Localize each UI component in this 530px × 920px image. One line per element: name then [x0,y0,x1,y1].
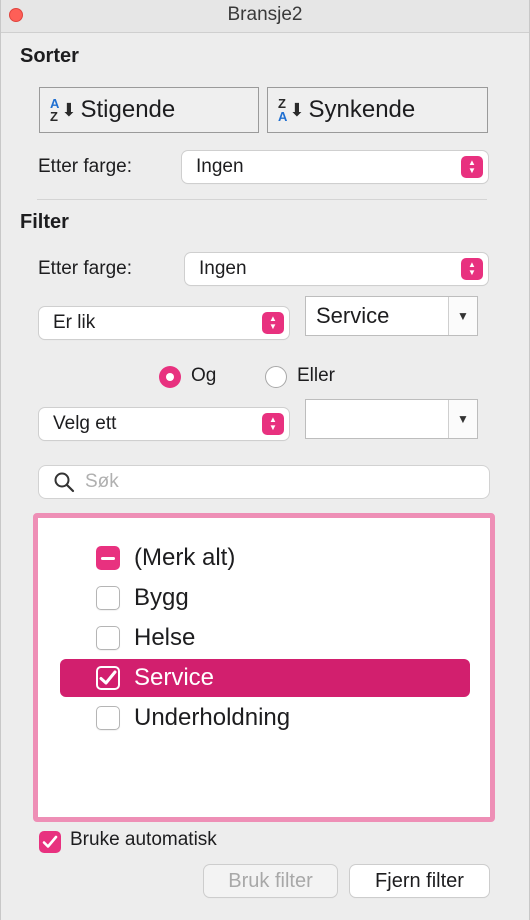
list-item-label: Underholdning [134,704,291,731]
condition1-value-combobox[interactable]: Service ▼ [305,296,478,336]
list-item-label: Bygg [134,584,189,611]
list-item-bygg[interactable]: Bygg [60,579,470,617]
sort-descending-button[interactable]: Z A ⬇ Synkende [267,87,488,133]
condition2-value-combobox[interactable]: ▼ [305,399,478,439]
clear-filter-button[interactable]: Fjern filter [350,865,489,897]
logic-or-radio[interactable] [265,366,287,388]
search-input[interactable] [83,470,467,494]
condition1-operator-select[interactable]: Er lik ▲ ▼ [39,307,289,339]
list-item-underholdning[interactable]: Underholdning [60,699,470,737]
condition2-operator-value: Velg ett [53,413,117,434]
filter-popover-window: Bransje2 Sorter A Z ⬇ Stigende Z A ⬇ Syn… [0,0,530,920]
sort-by-color-label: Etter farge: [38,156,132,177]
list-item-label: Helse [134,624,196,651]
select-all-checkbox[interactable] [96,546,120,570]
checkmark-icon [42,835,58,848]
bygg-checkbox[interactable] [96,586,120,610]
list-item-service[interactable]: Service [60,659,470,697]
logic-and-label: Og [191,365,217,386]
filter-values-list[interactable]: (Merk alt) Bygg Helse Service Underholdn… [33,513,495,822]
dropdown-arrow-icon[interactable]: ▼ [448,400,477,438]
apply-filter-button[interactable]: Bruk filter [204,865,337,897]
filter-by-color-label: Etter farge: [38,258,132,279]
chevron-updown-icon: ▲ ▼ [461,258,483,280]
filter-heading: Filter [20,211,69,233]
sort-ascending-button[interactable]: A Z ⬇ Stigende [39,87,259,133]
sort-ascending-icon: A Z ⬇ [50,96,77,124]
list-item-label: (Merk alt) [134,544,236,571]
auto-apply-checkbox[interactable] [39,831,61,853]
logic-and-radio[interactable] [159,366,181,388]
title-bar: Bransje2 [1,0,529,33]
logic-or-label: Eller [297,365,336,386]
checkmark-icon [99,670,117,685]
list-item-helse[interactable]: Helse [60,619,470,657]
sort-descending-icon: Z A ⬇ [278,96,305,124]
sort-by-color-value: Ingen [196,156,244,177]
auto-apply-label: Bruke automatisk [70,829,217,850]
search-icon [53,471,75,493]
chevron-updown-icon: ▲ ▼ [262,312,284,334]
list-item-label: Service [134,664,215,691]
underholdning-checkbox[interactable] [96,706,120,730]
sort-heading: Sorter [20,45,79,67]
condition1-operator-value: Er lik [53,312,96,333]
chevron-updown-icon: ▲ ▼ [262,413,284,435]
condition2-operator-select[interactable]: Velg ett ▲ ▼ [39,408,289,440]
condition1-value-text[interactable]: Service [306,303,448,329]
sort-ascending-label: Stigende [80,96,176,123]
dropdown-arrow-icon[interactable]: ▼ [448,297,477,335]
list-item-select-all[interactable]: (Merk alt) [60,539,470,577]
chevron-updown-icon: ▲ ▼ [461,156,483,178]
sort-descending-label: Synkende [308,96,416,123]
service-checkbox[interactable] [96,666,120,690]
helse-checkbox[interactable] [96,626,120,650]
sort-by-color-select[interactable]: Ingen ▲ ▼ [182,151,488,183]
window-title: Bransje2 [227,4,303,25]
filter-by-color-value: Ingen [199,258,247,279]
search-field[interactable] [39,466,489,498]
filter-by-color-select[interactable]: Ingen ▲ ▼ [185,253,488,285]
section-divider [37,199,487,200]
